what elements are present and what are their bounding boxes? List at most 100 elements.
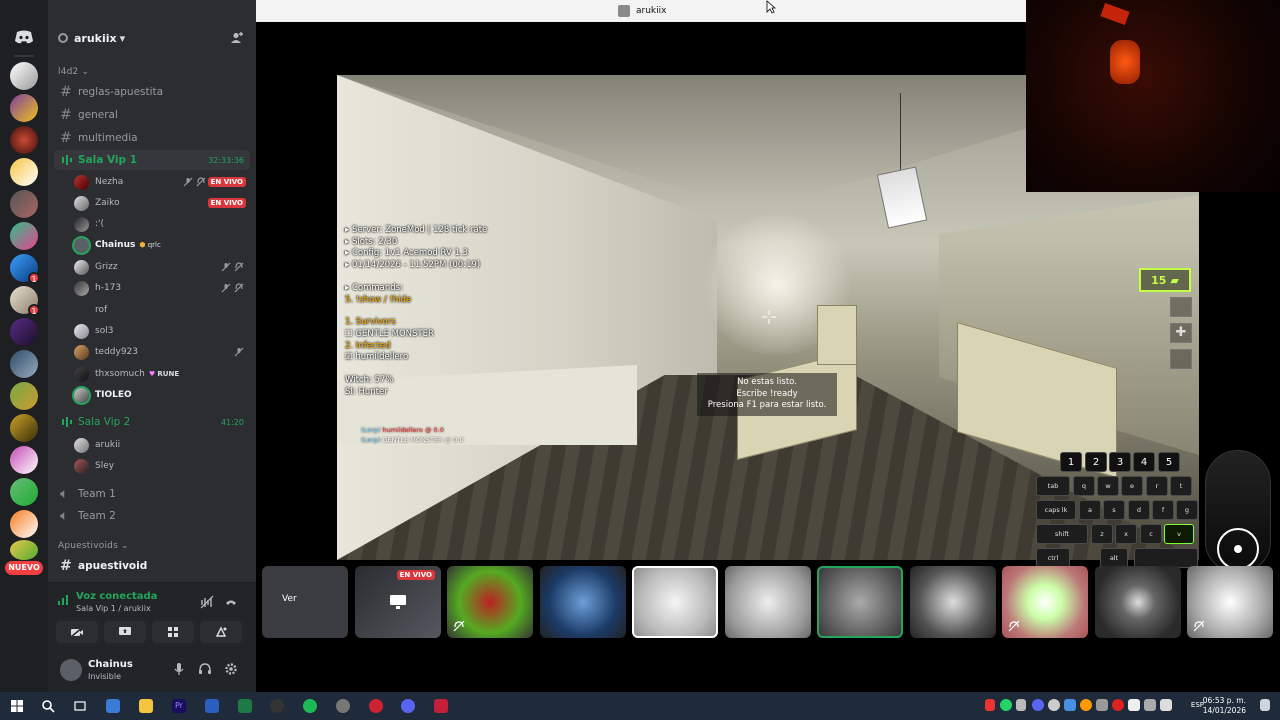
participant-tile[interactable]	[540, 566, 626, 638]
participant-tile[interactable]	[1187, 566, 1273, 638]
tray-icon[interactable]	[1064, 699, 1076, 711]
server-icon[interactable]	[10, 350, 38, 378]
voice-member[interactable]: TIOLEO	[74, 385, 250, 405]
server-icon[interactable]: 1	[10, 286, 40, 316]
server-icon[interactable]: 1	[10, 254, 40, 284]
discord-tray-icon[interactable]	[1032, 699, 1044, 711]
server-icon[interactable]	[10, 446, 38, 474]
discord-taskbar-icon[interactable]	[401, 699, 415, 713]
server-icon[interactable]	[10, 318, 38, 346]
voice-member[interactable]: Zaiko EN VIVO	[74, 193, 250, 213]
tray-icon[interactable]	[1048, 699, 1060, 711]
tray-icon[interactable]	[1016, 699, 1026, 711]
voice-channel-sala-vip-1[interactable]: Sala Vip 1 32:33:36	[54, 150, 250, 170]
voice-member[interactable]: rof	[74, 300, 250, 320]
activities-button[interactable]	[152, 621, 194, 643]
tray-icon[interactable]	[1128, 699, 1140, 711]
participant-tile[interactable]	[1095, 566, 1181, 638]
voice-member[interactable]: sol3	[74, 321, 250, 341]
tray-icon[interactable]	[1112, 699, 1124, 711]
category-l4d2[interactable]: l4d2 ⌄	[58, 67, 89, 77]
voice-member[interactable]: :'(	[74, 214, 250, 234]
opera-icon[interactable]	[369, 699, 383, 713]
window-title: arukiix	[618, 5, 666, 17]
category-apuestivoids[interactable]: Apuestivoids ⌄	[58, 541, 129, 551]
channel-general[interactable]: # general	[54, 104, 250, 125]
server-icon[interactable]	[10, 94, 38, 122]
user-name[interactable]: Chainus	[88, 659, 133, 670]
participant-tile[interactable]	[725, 566, 811, 638]
voice-channel-sala-vip-2[interactable]: Sala Vip 2 41:20	[54, 412, 250, 432]
tray-icon[interactable]	[1096, 699, 1108, 711]
clock-app-icon[interactable]	[270, 699, 284, 713]
store-icon[interactable]	[106, 699, 120, 713]
windows-start-icon[interactable]	[10, 699, 24, 713]
channel-reglas-apuestita[interactable]: # reglas-apuestita	[54, 81, 250, 102]
server-icon[interactable]	[10, 414, 38, 442]
participant-tile[interactable]: Ver	[262, 566, 348, 638]
disconnect-icon[interactable]	[224, 595, 238, 609]
word-icon[interactable]	[205, 699, 219, 713]
participant-tile[interactable]	[447, 566, 533, 638]
notification-icon[interactable]	[1260, 699, 1270, 711]
excel-icon[interactable]	[238, 699, 252, 713]
voice-channel-team-1[interactable]: 🔈︎ Team 1	[54, 483, 250, 504]
obs-icon[interactable]	[336, 699, 350, 713]
participant-tile[interactable]	[910, 566, 996, 638]
participant-tile[interactable]	[632, 566, 718, 638]
voice-member[interactable]: teddy923	[74, 342, 250, 362]
hash-icon: #	[60, 129, 72, 146]
task-view-icon[interactable]	[73, 699, 87, 713]
spotify-icon[interactable]	[303, 699, 317, 713]
volume-icon[interactable]	[1160, 699, 1172, 711]
soundboard-button[interactable]	[200, 621, 242, 643]
server-icon[interactable]	[10, 222, 38, 250]
tray-icon[interactable]	[985, 699, 995, 711]
premiere-icon[interactable]: Pr	[172, 699, 186, 713]
view-button[interactable]: Ver	[282, 594, 297, 604]
signal-icon[interactable]	[58, 595, 70, 605]
voice-channel-team-2[interactable]: 🔈︎ Team 2	[54, 505, 250, 526]
tray-icon[interactable]	[1144, 699, 1156, 711]
voice-member[interactable]: Sley	[74, 456, 250, 476]
tray-icon[interactable]	[1080, 699, 1092, 711]
user-avatar[interactable]	[60, 659, 82, 681]
server-icon[interactable]	[10, 190, 38, 218]
microphone-icon[interactable]	[172, 662, 186, 676]
gear-icon[interactable]	[224, 662, 238, 676]
voice-member[interactable]: Nezha EN VIVO	[74, 172, 250, 192]
server-icon[interactable]	[10, 158, 38, 186]
voice-member[interactable]: thxsomuch ♥ RUNE	[74, 364, 250, 384]
channel-sidebar: arukiix ▾ l4d2 ⌄ # reglas-apuestita # gene…	[48, 0, 256, 692]
taskbar-clock[interactable]: 06:53 p. m. 14/01/2026	[1203, 696, 1246, 716]
voice-member[interactable]: h-173	[74, 278, 250, 298]
screen-share-button[interactable]	[104, 621, 146, 643]
channel-multimedia[interactable]: # multimedia	[54, 127, 250, 148]
voice-member[interactable]: Chainus ⬢ qrlc	[74, 235, 250, 255]
participant-tile[interactable]	[1002, 566, 1088, 638]
voice-member[interactable]: arukii	[74, 435, 250, 455]
participant-tile[interactable]: EN VIVO	[355, 566, 441, 638]
invite-people-icon[interactable]	[230, 31, 244, 45]
server-icon[interactable]	[10, 478, 38, 506]
key-q: q	[1073, 476, 1095, 496]
noise-suppression-icon[interactable]	[200, 595, 214, 609]
voice-member[interactable]: Grizz	[74, 257, 250, 277]
zoom-icon[interactable]	[320, 594, 334, 608]
channel-apuestivoid[interactable]: # apuestivoid	[54, 555, 250, 576]
file-explorer-icon[interactable]	[139, 699, 153, 713]
discord-home-icon[interactable]	[9, 25, 39, 49]
server-icon[interactable]	[10, 540, 38, 560]
server-icon[interactable]	[10, 510, 38, 538]
server-icon[interactable]	[10, 382, 38, 410]
screen-icon	[390, 595, 406, 609]
search-icon[interactable]	[41, 699, 55, 713]
server-icon[interactable]	[10, 62, 38, 90]
whatsapp-tray-icon[interactable]	[1000, 699, 1012, 711]
participant-tile[interactable]	[817, 566, 903, 638]
server-icon[interactable]	[10, 126, 38, 154]
camera-toggle-button[interactable]	[56, 621, 98, 643]
headphones-icon[interactable]	[198, 662, 212, 676]
game-taskbar-icon[interactable]	[434, 699, 448, 713]
server-header[interactable]: arukiix ▾	[48, 22, 256, 54]
